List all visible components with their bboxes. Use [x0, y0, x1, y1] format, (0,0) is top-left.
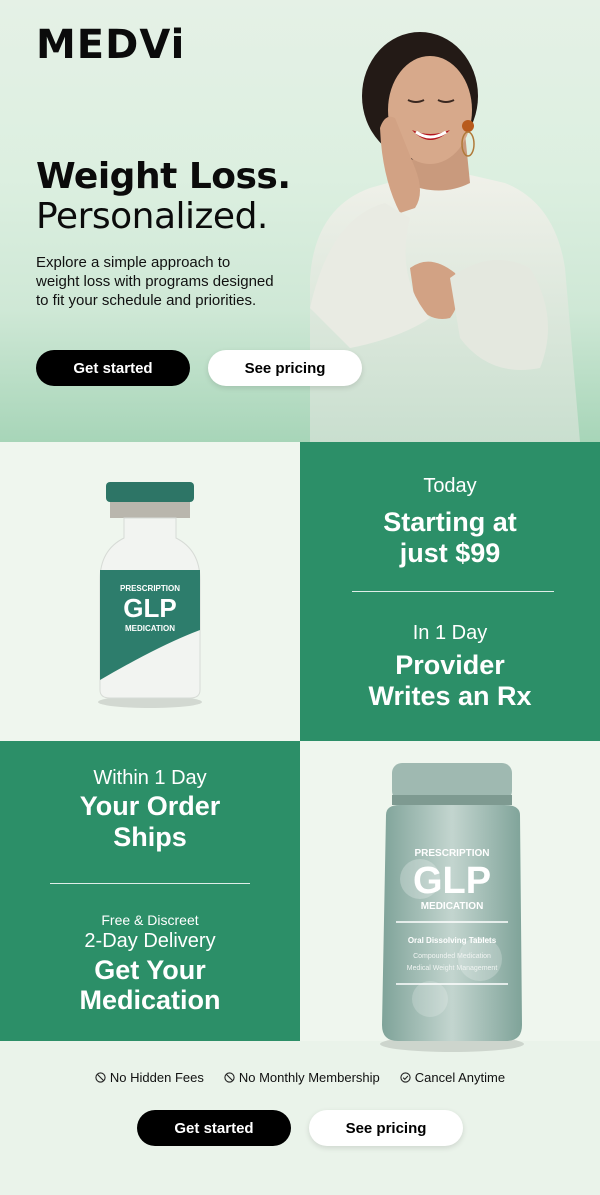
bottle-label-line2: GLP — [413, 860, 491, 902]
hero-description: Explore a simple approach to weight loss… — [36, 254, 274, 309]
check-circle-icon — [400, 1072, 411, 1083]
bottle-label-line3: MEDICATION — [421, 901, 484, 912]
card-divider — [50, 883, 250, 884]
card-divider — [352, 591, 554, 592]
perk-no-hidden-fees: No Hidden Fees — [95, 1070, 204, 1085]
ships-eyebrow: Within 1 Day — [93, 767, 207, 789]
glp-vial-image: PRESCRIPTION GLP MEDICATION — [98, 482, 202, 708]
glp-bottle-image: PRESCRIPTION GLP MEDICATION Oral Dissolv… — [380, 763, 524, 1052]
delivery-title-line1: Get Your — [94, 955, 206, 985]
today-title-line2: just $99 — [399, 538, 501, 568]
brand-logo[interactable]: MEDVi — [36, 22, 185, 68]
today-title-line1: Starting at — [383, 507, 517, 537]
footer-see-pricing-button[interactable]: See pricing — [309, 1110, 463, 1146]
bottle-label-line4: Oral Dissolving Tablets — [408, 936, 497, 945]
get-started-button[interactable]: Get started — [36, 350, 190, 386]
perk-cancel-anytime: Cancel Anytime — [400, 1070, 505, 1085]
footer-get-started-button[interactable]: Get started — [137, 1110, 291, 1146]
vial-panel: PRESCRIPTION GLP MEDICATION — [0, 442, 300, 742]
rx-title-line1: Provider — [395, 650, 505, 680]
perk-label: No Hidden Fees — [109, 1070, 204, 1085]
delivery-eyebrow: 2-Day Delivery — [84, 930, 216, 952]
bottle-label-line6: Medical Weight Management — [407, 965, 498, 972]
bottle-label-line1: PRESCRIPTION — [414, 848, 489, 859]
ships-title-line2: Ships — [113, 822, 187, 852]
bottle-label-line5: Compounded Medication — [413, 953, 491, 960]
today-pricing-card: Today Starting at just $99 In 1 Day Prov… — [300, 442, 600, 742]
hero-headline-regular: Personalized. — [36, 196, 268, 237]
see-pricing-button[interactable]: See pricing — [208, 350, 362, 386]
perks-row: No Hidden Fees No Monthly Membership Can… — [0, 1070, 600, 1085]
ships-title-line1: Your Order — [79, 791, 221, 821]
perk-label: No Monthly Membership — [238, 1070, 380, 1085]
today-eyebrow: Today — [423, 475, 477, 497]
delivery-eyebrow-small: Free & Discreet — [101, 912, 199, 928]
vial-label-line1: PRESCRIPTION — [120, 584, 180, 593]
rx-eyebrow: In 1 Day — [412, 622, 488, 644]
no-sign-icon — [95, 1072, 106, 1083]
hero-section: MEDVi Weight Loss. Personalized. Explore… — [0, 0, 600, 442]
no-sign-icon — [224, 1072, 235, 1083]
vial-label-line2: GLP — [123, 593, 176, 623]
vial-label-line3: MEDICATION — [125, 624, 175, 633]
bottle-panel: PRESCRIPTION GLP MEDICATION Oral Dissolv… — [300, 741, 600, 1052]
shipping-card: Within 1 Day Your Order Ships Free & Dis… — [0, 741, 300, 1041]
rx-title-line2: Writes an Rx — [368, 681, 532, 711]
perk-label: Cancel Anytime — [414, 1070, 506, 1085]
delivery-title-line2: Medication — [79, 985, 221, 1015]
hero-headline-bold: Weight Loss. — [36, 156, 291, 197]
perk-no-monthly-membership: No Monthly Membership — [224, 1070, 380, 1085]
